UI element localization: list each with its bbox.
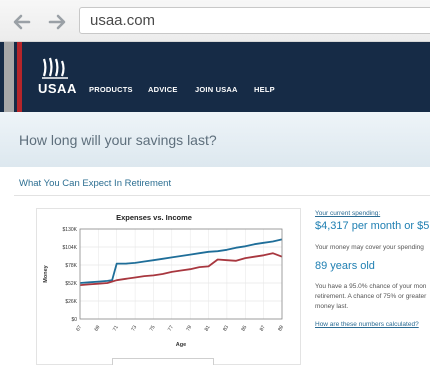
chart-x-tick-label: 85 [240, 324, 248, 332]
usaa-logo-text[interactable]: USAA [38, 81, 77, 96]
chart-y-tick-label: $26K [65, 299, 77, 305]
chart-legend-box [112, 358, 214, 365]
how-calculated-link[interactable]: How are these numbers calculated? [315, 321, 419, 328]
spending-amount: $4,317 per month or $51 [315, 220, 430, 232]
back-arrow-icon[interactable] [9, 9, 35, 35]
site-header: USAA PRODUCTS ADVICE JOIN USAA HELP [0, 42, 430, 112]
chart-x-tick-label: 89 [277, 324, 285, 332]
savings-series-line [79, 238, 283, 284]
browser-toolbar: usaa.com [0, 0, 430, 42]
chart-x-tick-label: 87 [259, 324, 267, 332]
question-banner: How long will your savings last? [0, 112, 430, 167]
chart-y-axis-label: Money [43, 264, 49, 282]
chart-x-tick-label: 75 [149, 324, 157, 332]
expenses-income-chart: Expenses vs. Income Money Age $0 $26K $52K… [43, 213, 285, 348]
chart-x-tick-label: 79 [185, 324, 193, 332]
section-divider [14, 195, 430, 196]
chart-y-tick-label: $104K [63, 245, 78, 251]
chance-text-line-1: You have a 95.0% chance of your mon [315, 283, 427, 290]
current-spending-link[interactable]: Your current spending: [315, 210, 380, 217]
chart-x-tick-label: 73 [130, 324, 138, 332]
chart-x-tick-label: 71 [112, 324, 120, 332]
page-title: How long will your savings last? [19, 132, 217, 148]
chart-x-tick-label: 69 [94, 324, 102, 332]
address-url: usaa.com [90, 12, 156, 29]
nav-help[interactable]: HELP [254, 85, 275, 94]
chart-x-axis-label: Age [176, 342, 186, 348]
header-red-band [17, 42, 22, 112]
chart-x-tick-label: 83 [222, 324, 230, 332]
nav-advice[interactable]: ADVICE [148, 85, 178, 94]
chance-text-line-3: money last. [315, 303, 349, 310]
chart-x-tick-label: 67 [75, 324, 83, 332]
chart-y-tick-label: $52K [65, 281, 77, 287]
nav-join-usaa[interactable]: JOIN USAA [195, 85, 238, 94]
savings-last-age: 89 years old [315, 260, 375, 272]
chart-y-tick-label: $78K [65, 263, 77, 269]
section-heading: What You Can Expect In Retirement [19, 178, 172, 189]
forward-arrow-icon[interactable] [44, 9, 70, 35]
chart-y-tick-label: $130K [63, 227, 78, 233]
header-gray-band [4, 42, 14, 112]
chart-x-tick-label: 77 [167, 324, 175, 332]
chart-x-tick-label: 81 [204, 324, 212, 332]
address-bar[interactable]: usaa.com [79, 7, 430, 34]
chart-title: Expenses vs. Income [116, 213, 192, 222]
nav-products[interactable]: PRODUCTS [89, 85, 133, 94]
coverage-text: Your money may cover your spending [315, 244, 424, 251]
chart-y-tick-label: $0 [71, 317, 77, 323]
chance-text-line-2: retirement. A chance of 75% or greater [315, 293, 427, 300]
